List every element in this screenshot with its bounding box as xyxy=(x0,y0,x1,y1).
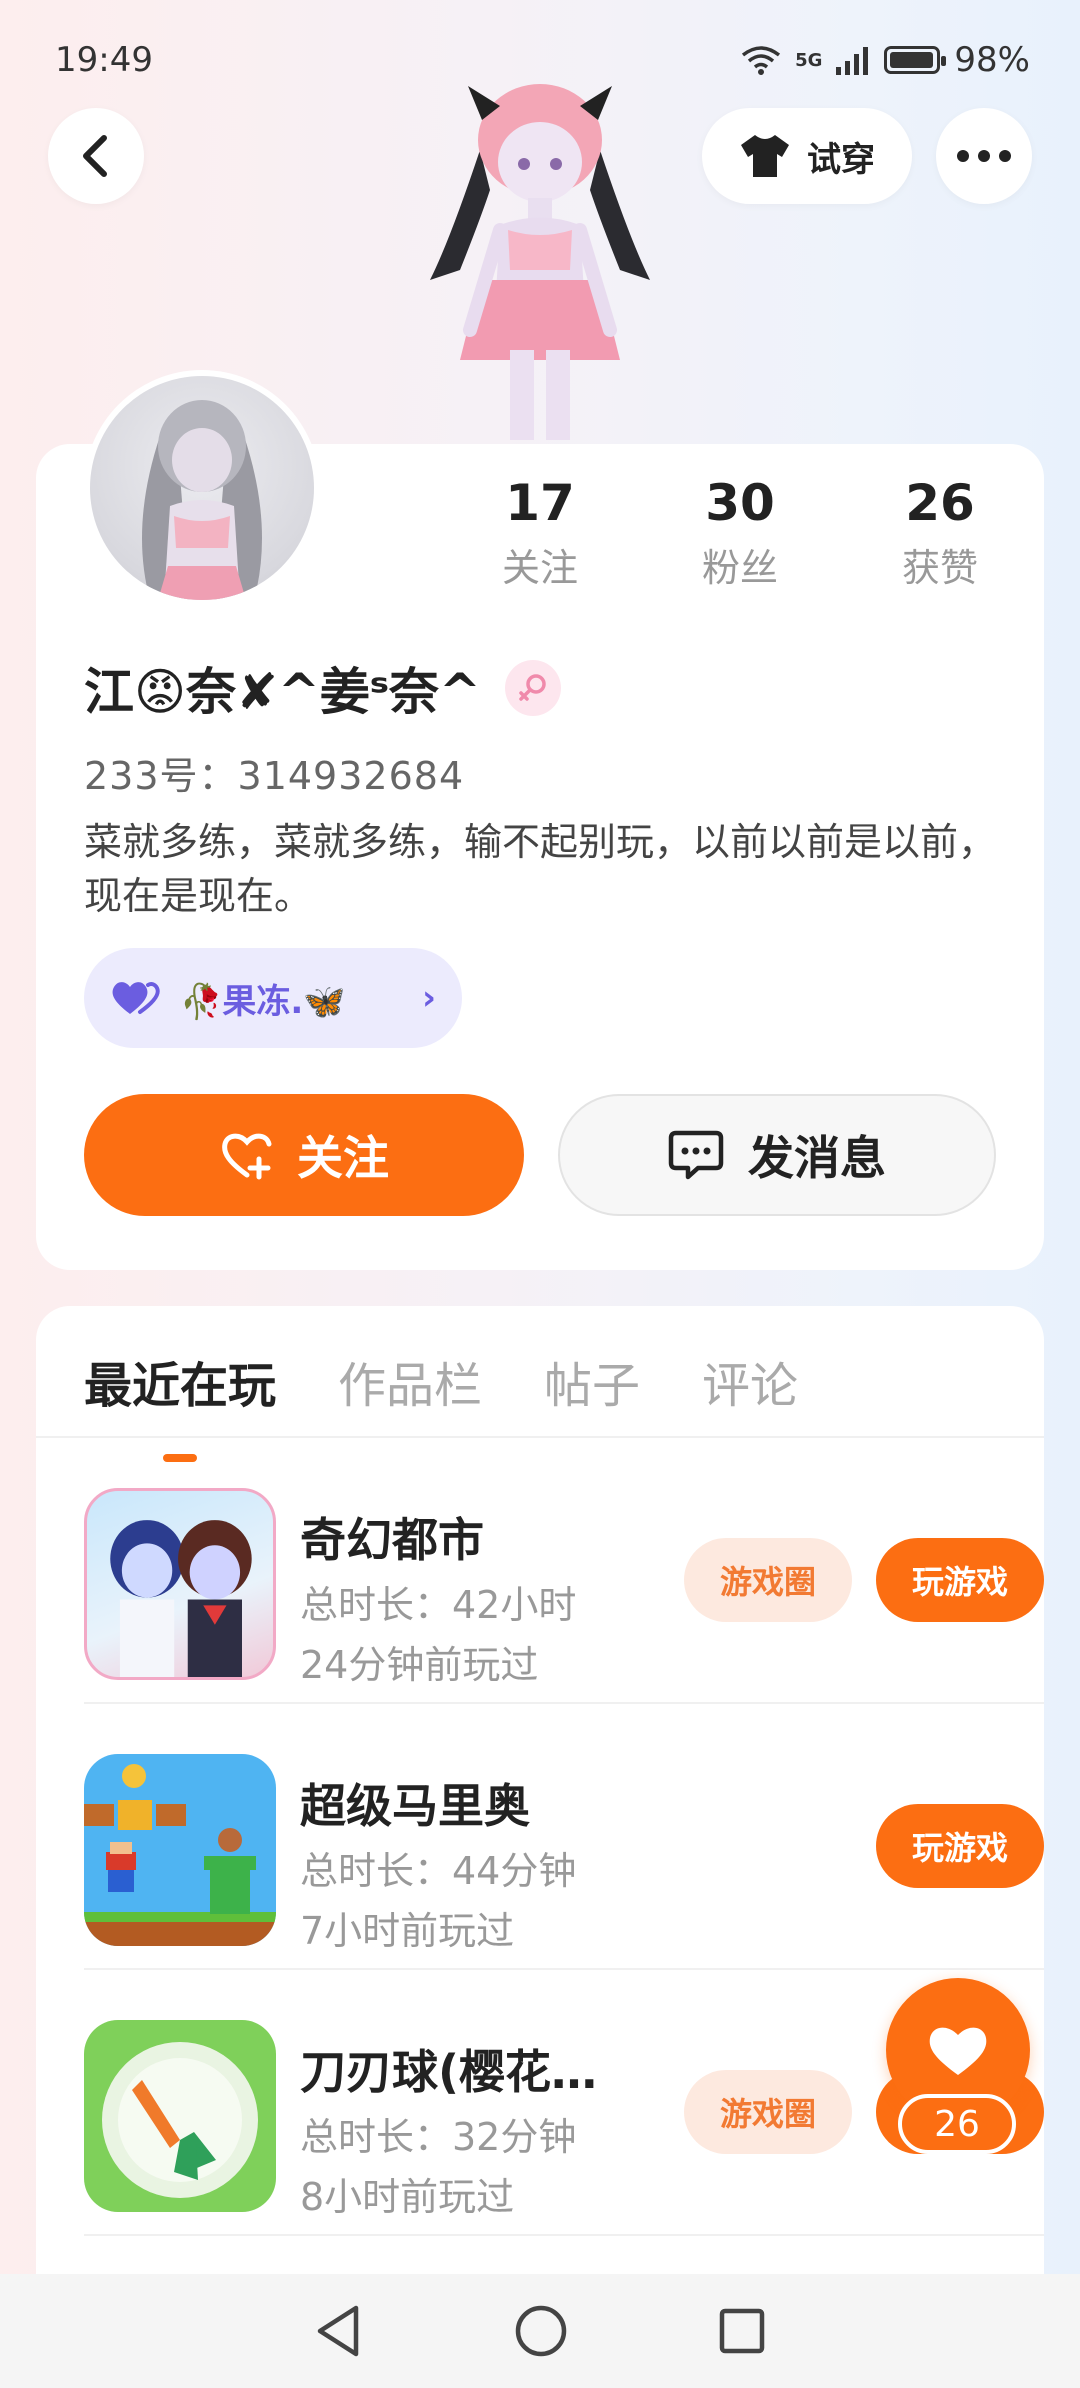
game-duration: 总时长：32分钟 xyxy=(300,2115,577,2159)
stat-value: 30 xyxy=(705,474,775,532)
tab-recently-played[interactable]: 最近在玩 xyxy=(84,1346,276,1462)
stat-following[interactable]: 17 关注 xyxy=(440,470,640,600)
game-icon-blade-ball xyxy=(84,2020,276,2212)
nickname: 江😡奈✘^姜ˢ奈^ xyxy=(84,663,481,721)
character-figure xyxy=(430,84,650,440)
stat-likes[interactable]: 26 获赞 xyxy=(840,470,1040,600)
message-button[interactable]: 发消息 xyxy=(558,1094,996,1216)
system-nav-bar xyxy=(0,2274,1080,2388)
chevron-right-icon: › xyxy=(421,978,436,1018)
stat-followers[interactable]: 30 粉丝 xyxy=(640,470,840,600)
activity-card: 最近在玩 作品栏 帖子 评论 奇幻都市 总时长：42小时 24分钟前玩过 游戏圈… xyxy=(36,1306,1044,2388)
battery-percent: 98% xyxy=(954,40,1030,80)
user-id: 233号：314932684 xyxy=(84,754,465,798)
tab-comments[interactable]: 评论 xyxy=(702,1346,798,1416)
double-heart-icon xyxy=(112,982,160,1014)
game-circle-button[interactable]: 游戏圈 xyxy=(684,1538,852,1622)
try-on-label: 试穿 xyxy=(807,139,875,180)
message-label: 发消息 xyxy=(748,1131,886,1185)
game-duration: 总时长：42小时 xyxy=(300,1583,577,1627)
game-last-played: 8小时前玩过 xyxy=(300,2175,515,2219)
chevron-left-icon xyxy=(83,135,107,177)
back-button[interactable] xyxy=(48,108,144,204)
heart-plus-icon xyxy=(222,1133,272,1180)
follow-label: 关注 xyxy=(297,1131,389,1185)
user-bio: 菜就多练，菜就多练，输不起别玩，以前以前是以前，现在是现在。 xyxy=(84,820,997,918)
game-icon-super-mario xyxy=(84,1754,276,1946)
more-button[interactable] xyxy=(936,108,1032,204)
row-divider xyxy=(84,2234,1044,2236)
like-count-badge: 26 xyxy=(898,2094,1016,2154)
stat-value: 26 xyxy=(905,474,975,532)
signal-icon xyxy=(836,47,869,75)
female-icon xyxy=(504,660,561,716)
game-name: 奇幻都市 xyxy=(300,1513,484,1567)
game-circle-button[interactable]: 游戏圈 xyxy=(684,2070,852,2154)
profile-stats: 17 关注 30 粉丝 26 获赞 xyxy=(440,470,1040,600)
game-icon-fantasy-city xyxy=(84,1488,276,1680)
network-label: 5G xyxy=(795,49,823,71)
stat-label: 获赞 xyxy=(901,546,978,590)
avatar-figure xyxy=(142,400,262,600)
stat-value: 17 xyxy=(505,474,575,532)
status-time: 19:49 xyxy=(55,40,153,80)
nickname-row: 江😡奈✘^姜ˢ奈^ xyxy=(84,656,561,721)
status-icons: 5G 98% xyxy=(741,40,1030,80)
profile-screen: 19:49 5G 98% 试穿 17 关注 30 粉丝 26 获赞 江😡奈✘^姜… xyxy=(0,0,1080,2388)
wifi-icon xyxy=(742,46,781,75)
game-name: 超级马里奥 xyxy=(300,1779,530,1833)
tab-posts[interactable]: 帖子 xyxy=(544,1346,640,1416)
try-on-button[interactable]: 试穿 xyxy=(702,108,912,204)
club-badge[interactable]: 🥀果冻.🦋 › xyxy=(84,948,462,1048)
game-row[interactable]: 奇幻都市 总时长：42小时 24分钟前玩过 游戏圈 玩游戏 xyxy=(84,1438,1044,1704)
stat-label: 关注 xyxy=(501,546,578,590)
nav-home-icon[interactable] xyxy=(514,2304,568,2358)
game-last-played: 7小时前玩过 xyxy=(300,1909,515,1953)
game-last-played: 24分钟前玩过 xyxy=(300,1643,539,1687)
chat-bubble-icon xyxy=(668,1130,724,1180)
avatar-image xyxy=(90,376,314,600)
tab-works[interactable]: 作品栏 xyxy=(338,1346,482,1416)
more-dots-icon xyxy=(957,150,1011,162)
club-name: 🥀果冻.🦋 xyxy=(180,981,346,1022)
avatar[interactable] xyxy=(84,370,320,606)
play-game-button[interactable]: 玩游戏 xyxy=(876,1804,1044,1888)
battery-icon xyxy=(884,46,947,74)
follow-button[interactable]: 关注 xyxy=(84,1094,524,1216)
nav-recents-icon[interactable] xyxy=(718,2307,766,2355)
game-name: 刀刃球(樱花… xyxy=(300,2045,598,2099)
play-game-button[interactable]: 玩游戏 xyxy=(876,1538,1044,1622)
heart-icon xyxy=(929,2027,987,2075)
tshirt-icon xyxy=(741,135,789,177)
game-duration: 总时长：44分钟 xyxy=(300,1849,577,1893)
profile-tabs: 最近在玩 作品栏 帖子 评论 xyxy=(84,1336,798,1462)
stat-label: 粉丝 xyxy=(701,546,778,590)
game-row[interactable]: 超级马里奥 总时长：44分钟 7小时前玩过 玩游戏 xyxy=(84,1704,1044,1970)
nav-back-icon[interactable] xyxy=(314,2304,364,2358)
